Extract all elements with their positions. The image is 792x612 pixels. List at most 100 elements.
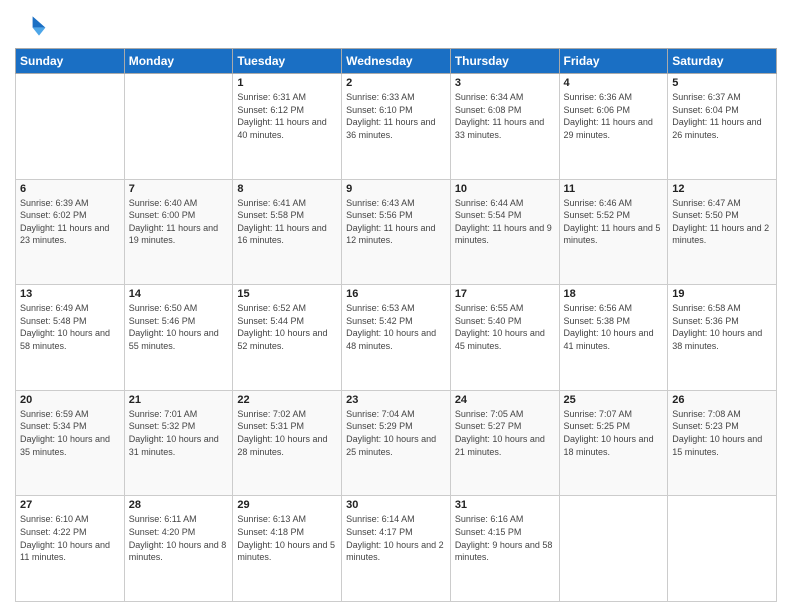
weekday-thursday: Thursday (450, 49, 559, 74)
day-cell: 13 Sunrise: 6:49 AM Sunset: 5:48 PM Dayli… (16, 285, 125, 391)
day-number: 7 (129, 183, 229, 195)
day-cell: 3 Sunrise: 6:34 AM Sunset: 6:08 PM Daylig… (450, 74, 559, 180)
day-cell: 10 Sunrise: 6:44 AM Sunset: 5:54 PM Dayli… (450, 179, 559, 285)
day-cell: 18Sunrise: 6:56 AM Sunset: 5:38 PM Dayli… (559, 285, 668, 391)
day-number: 15 (237, 288, 337, 300)
day-number: 17 (455, 288, 555, 300)
weekday-wednesday: Wednesday (342, 49, 451, 74)
header (15, 10, 777, 42)
day-info: Sunrise: 6:55 AM Sunset: 5:40 PM Dayligh… (455, 302, 555, 352)
day-number: 12 (672, 183, 772, 195)
day-cell: 2 Sunrise: 6:33 AM Sunset: 6:10 PM Daylig… (342, 74, 451, 180)
day-info: Sunrise: 7:04 AM Sunset: 5:29 PM Dayligh… (346, 408, 446, 458)
day-number: 6 (20, 183, 120, 195)
day-info: Sunrise: 6:47 AM Sunset: 5:50 PM Dayligh… (672, 197, 772, 247)
day-info: Sunrise: 6:49 AM Sunset: 5:48 PM Dayligh… (20, 302, 120, 352)
day-cell: 28Sunrise: 6:11 AM Sunset: 4:20 PM Dayli… (124, 496, 233, 602)
day-number: 11 (564, 183, 664, 195)
day-info: Sunrise: 6:44 AM Sunset: 5:54 PM Dayligh… (455, 197, 555, 247)
day-number: 4 (564, 77, 664, 89)
day-info: Sunrise: 6:59 AM Sunset: 5:34 PM Dayligh… (20, 408, 120, 458)
day-info: Sunrise: 6:40 AM Sunset: 6:00 PM Dayligh… (129, 197, 229, 247)
day-cell (559, 496, 668, 602)
day-info: Sunrise: 6:39 AM Sunset: 6:02 PM Dayligh… (20, 197, 120, 247)
day-cell (16, 74, 125, 180)
day-number: 24 (455, 394, 555, 406)
logo-icon (15, 10, 47, 42)
day-info: Sunrise: 6:50 AM Sunset: 5:46 PM Dayligh… (129, 302, 229, 352)
weekday-sunday: Sunday (16, 49, 125, 74)
week-row-3: 13 Sunrise: 6:49 AM Sunset: 5:48 PM Dayli… (16, 285, 777, 391)
day-number: 14 (129, 288, 229, 300)
day-cell: 19 Sunrise: 6:58 AM Sunset: 5:36 PM Dayli… (668, 285, 777, 391)
day-info: Sunrise: 6:53 AM Sunset: 5:42 PM Dayligh… (346, 302, 446, 352)
weekday-monday: Monday (124, 49, 233, 74)
day-cell: 6 Sunrise: 6:39 AM Sunset: 6:02 PM Daylig… (16, 179, 125, 285)
calendar: SundayMondayTuesdayWednesdayThursdayFrid… (15, 48, 777, 602)
day-info: Sunrise: 7:08 AM Sunset: 5:23 PM Dayligh… (672, 408, 772, 458)
day-number: 13 (20, 288, 120, 300)
day-info: Sunrise: 6:36 AM Sunset: 6:06 PM Dayligh… (564, 91, 664, 141)
day-cell: 25Sunrise: 7:07 AM Sunset: 5:25 PM Dayli… (559, 390, 668, 496)
day-cell: 9 Sunrise: 6:43 AM Sunset: 5:56 PM Daylig… (342, 179, 451, 285)
day-number: 16 (346, 288, 446, 300)
day-number: 23 (346, 394, 446, 406)
day-info: Sunrise: 6:33 AM Sunset: 6:10 PM Dayligh… (346, 91, 446, 141)
day-info: Sunrise: 7:02 AM Sunset: 5:31 PM Dayligh… (237, 408, 337, 458)
day-cell: 22Sunrise: 7:02 AM Sunset: 5:31 PM Dayli… (233, 390, 342, 496)
day-cell: 23 Sunrise: 7:04 AM Sunset: 5:29 PM Dayli… (342, 390, 451, 496)
day-number: 10 (455, 183, 555, 195)
day-cell: 15 Sunrise: 6:52 AM Sunset: 5:44 PM Dayli… (233, 285, 342, 391)
day-cell: 24 Sunrise: 7:05 AM Sunset: 5:27 PM Dayli… (450, 390, 559, 496)
day-cell (124, 74, 233, 180)
week-row-5: 27Sunrise: 6:10 AM Sunset: 4:22 PM Dayli… (16, 496, 777, 602)
day-cell: 7 Sunrise: 6:40 AM Sunset: 6:00 PM Daylig… (124, 179, 233, 285)
week-row-4: 20 Sunrise: 6:59 AM Sunset: 5:34 PM Dayli… (16, 390, 777, 496)
weekday-saturday: Saturday (668, 49, 777, 74)
day-number: 3 (455, 77, 555, 89)
day-cell: 30 Sunrise: 6:14 AM Sunset: 4:17 PM Dayli… (342, 496, 451, 602)
weekday-tuesday: Tuesday (233, 49, 342, 74)
day-number: 19 (672, 288, 772, 300)
day-number: 8 (237, 183, 337, 195)
day-info: Sunrise: 6:14 AM Sunset: 4:17 PM Dayligh… (346, 513, 446, 563)
day-number: 27 (20, 499, 120, 511)
day-info: Sunrise: 7:01 AM Sunset: 5:32 PM Dayligh… (129, 408, 229, 458)
day-number: 21 (129, 394, 229, 406)
day-number: 20 (20, 394, 120, 406)
day-number: 30 (346, 499, 446, 511)
page: SundayMondayTuesdayWednesdayThursdayFrid… (0, 0, 792, 612)
day-cell (668, 496, 777, 602)
day-cell: 14 Sunrise: 6:50 AM Sunset: 5:46 PM Dayli… (124, 285, 233, 391)
day-info: Sunrise: 6:16 AM Sunset: 4:15 PM Dayligh… (455, 513, 555, 563)
day-info: Sunrise: 6:31 AM Sunset: 6:12 PM Dayligh… (237, 91, 337, 141)
day-number: 31 (455, 499, 555, 511)
day-info: Sunrise: 6:37 AM Sunset: 6:04 PM Dayligh… (672, 91, 772, 141)
day-cell: 12 Sunrise: 6:47 AM Sunset: 5:50 PM Dayli… (668, 179, 777, 285)
day-info: Sunrise: 6:43 AM Sunset: 5:56 PM Dayligh… (346, 197, 446, 247)
day-number: 9 (346, 183, 446, 195)
logo (15, 10, 51, 42)
day-number: 2 (346, 77, 446, 89)
day-cell: 26Sunrise: 7:08 AM Sunset: 5:23 PM Dayli… (668, 390, 777, 496)
weekday-friday: Friday (559, 49, 668, 74)
day-cell: 29Sunrise: 6:13 AM Sunset: 4:18 PM Dayli… (233, 496, 342, 602)
day-number: 5 (672, 77, 772, 89)
day-cell: 31 Sunrise: 6:16 AM Sunset: 4:15 PM Dayli… (450, 496, 559, 602)
day-info: Sunrise: 6:58 AM Sunset: 5:36 PM Dayligh… (672, 302, 772, 352)
day-info: Sunrise: 6:52 AM Sunset: 5:44 PM Dayligh… (237, 302, 337, 352)
day-cell: 4 Sunrise: 6:36 AM Sunset: 6:06 PM Daylig… (559, 74, 668, 180)
day-info: Sunrise: 7:05 AM Sunset: 5:27 PM Dayligh… (455, 408, 555, 458)
day-info: Sunrise: 6:41 AM Sunset: 5:58 PM Dayligh… (237, 197, 337, 247)
day-info: Sunrise: 6:56 AM Sunset: 5:38 PM Dayligh… (564, 302, 664, 352)
day-number: 28 (129, 499, 229, 511)
day-cell: 17 Sunrise: 6:55 AM Sunset: 5:40 PM Dayli… (450, 285, 559, 391)
day-cell: 1Sunrise: 6:31 AM Sunset: 6:12 PM Daylig… (233, 74, 342, 180)
weekday-header-row: SundayMondayTuesdayWednesdayThursdayFrid… (16, 49, 777, 74)
week-row-1: 1Sunrise: 6:31 AM Sunset: 6:12 PM Daylig… (16, 74, 777, 180)
day-cell: 5 Sunrise: 6:37 AM Sunset: 6:04 PM Daylig… (668, 74, 777, 180)
day-info: Sunrise: 6:34 AM Sunset: 6:08 PM Dayligh… (455, 91, 555, 141)
day-number: 29 (237, 499, 337, 511)
day-info: Sunrise: 6:46 AM Sunset: 5:52 PM Dayligh… (564, 197, 664, 247)
day-cell: 20 Sunrise: 6:59 AM Sunset: 5:34 PM Dayli… (16, 390, 125, 496)
